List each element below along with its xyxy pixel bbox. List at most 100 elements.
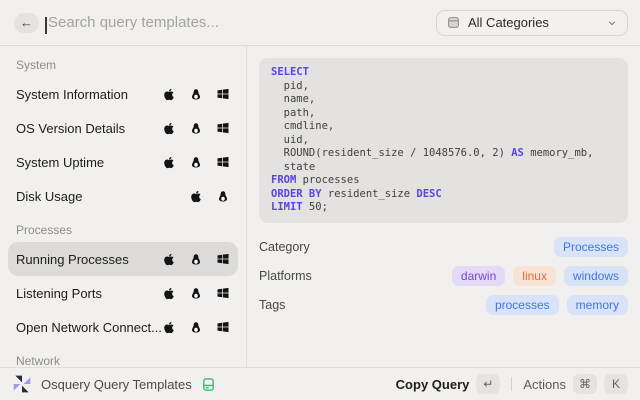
actions-button[interactable]: Actions ⌘ K	[523, 374, 628, 394]
platform-icons	[163, 321, 229, 334]
code-line: state	[271, 161, 616, 175]
list-item-label: System Information	[16, 87, 163, 102]
platform-icons	[190, 190, 229, 203]
metadata-row: Category Processes	[247, 233, 640, 262]
tag-badge: Processes	[554, 237, 628, 257]
list-item[interactable]: Open Network Connect...	[8, 310, 238, 344]
platform-icons	[163, 122, 229, 135]
code-line: ORDER BY resident_size DESC	[271, 188, 616, 202]
code-line: ROUND(resident_size / 1048576.0, 2) AS m…	[271, 147, 616, 161]
top-bar: ← All Categories	[0, 0, 640, 46]
list-item[interactable]: OS Version Details	[8, 111, 238, 145]
osquery-logo-icon	[12, 374, 32, 394]
text-cursor	[45, 17, 47, 34]
tag-badge: windows	[564, 266, 628, 286]
apple-icon	[190, 190, 202, 203]
detail-panel: SELECT pid, name, path, cmdline, uid, RO…	[246, 46, 640, 367]
list-item-label: Disk Usage	[16, 189, 190, 204]
linux-icon	[190, 122, 202, 135]
apple-icon	[163, 88, 175, 101]
metadata-badges: Processes	[554, 237, 628, 257]
enter-key-icon: ↵	[476, 374, 500, 394]
template-list-sidebar: System System Information OS Version Detai…	[0, 46, 246, 367]
search-input[interactable]	[45, 14, 436, 31]
windows-icon	[217, 321, 229, 333]
tag-badge: darwin	[452, 266, 505, 286]
apple-icon	[163, 253, 175, 266]
tag-badge: processes	[486, 295, 559, 315]
platform-icons	[163, 88, 229, 101]
code-line: uid,	[271, 134, 616, 148]
section-header-system: System	[0, 48, 246, 77]
list-item[interactable]: Disk Usage	[8, 179, 238, 213]
platform-icons	[163, 253, 229, 266]
category-dropdown-value: All Categories	[468, 15, 599, 30]
category-dropdown[interactable]: All Categories	[436, 10, 628, 36]
windows-icon	[217, 287, 229, 299]
platform-icons	[163, 287, 229, 300]
metadata-row: Platforms darwin linux windows	[247, 262, 640, 291]
divider	[511, 377, 512, 391]
list-item[interactable]: System Uptime	[8, 145, 238, 179]
code-line: pid,	[271, 80, 616, 94]
code-line: SELECT	[271, 66, 616, 80]
list-item-label: Open Network Connect...	[16, 320, 163, 335]
list-item-label: System Uptime	[16, 155, 163, 170]
back-button[interactable]: ←	[14, 13, 39, 33]
code-line: name,	[271, 93, 616, 107]
section-header-processes: Processes	[0, 213, 246, 242]
metadata-row: Tags processes memory	[247, 291, 640, 320]
linux-icon	[190, 156, 202, 169]
copy-query-button[interactable]: Copy Query ↵	[396, 374, 501, 394]
linux-icon	[190, 287, 202, 300]
chevron-down-icon	[607, 18, 617, 28]
app-identity: Osquery Query Templates	[12, 374, 216, 394]
linux-icon	[190, 253, 202, 266]
list-item[interactable]: Running Processes	[8, 242, 238, 276]
metadata-label: Platforms	[259, 269, 312, 283]
actions-label: Actions	[523, 377, 566, 392]
linux-icon	[190, 88, 202, 101]
apple-icon	[163, 122, 175, 135]
tag-badge: linux	[513, 266, 556, 286]
arrow-left-icon: ←	[20, 13, 33, 33]
metadata-label: Tags	[259, 298, 285, 312]
windows-icon	[217, 88, 229, 100]
list-item-label: Running Processes	[16, 252, 163, 267]
code-line: cmdline,	[271, 120, 616, 134]
platform-icons	[163, 156, 229, 169]
list-item-label: OS Version Details	[16, 121, 163, 136]
list-item[interactable]: System Information	[8, 77, 238, 111]
metadata-label: Category	[259, 240, 310, 254]
action-bar: Copy Query ↵ Actions ⌘ K	[396, 374, 628, 394]
windows-icon	[217, 122, 229, 134]
windows-icon	[217, 156, 229, 168]
apple-icon	[163, 287, 175, 300]
section-header-network: Network	[0, 344, 246, 367]
code-line: FROM processes	[271, 174, 616, 188]
linux-icon	[217, 190, 229, 203]
app-title: Osquery Query Templates	[41, 377, 192, 392]
tag-badge: memory	[567, 295, 628, 315]
code-line: path,	[271, 107, 616, 121]
metadata-list: Category Processes Platforms darwin linux win…	[247, 233, 640, 320]
osquery-templates-window: ← All Categories System System Informatio…	[0, 0, 640, 400]
linux-icon	[190, 321, 202, 334]
category-icon	[447, 16, 460, 29]
search-field-wrap	[45, 14, 436, 31]
metadata-badges: darwin linux windows	[452, 266, 628, 286]
metadata-badges: processes memory	[486, 295, 628, 315]
main-body: System System Information OS Version Detai…	[0, 46, 640, 367]
list-item[interactable]: Listening Ports	[8, 276, 238, 310]
apple-icon	[163, 321, 175, 334]
k-key-icon: K	[604, 374, 628, 394]
bottom-bar: Osquery Query Templates Copy Query ↵ Act…	[0, 367, 640, 400]
sql-code-block: SELECT pid, name, path, cmdline, uid, RO…	[259, 58, 628, 223]
code-line: LIMIT 50;	[271, 201, 616, 215]
command-key-icon: ⌘	[573, 374, 597, 394]
copy-query-label: Copy Query	[396, 377, 470, 392]
windows-icon	[217, 253, 229, 265]
apple-icon	[163, 156, 175, 169]
list-item-label: Listening Ports	[16, 286, 163, 301]
drive-icon	[201, 377, 216, 392]
